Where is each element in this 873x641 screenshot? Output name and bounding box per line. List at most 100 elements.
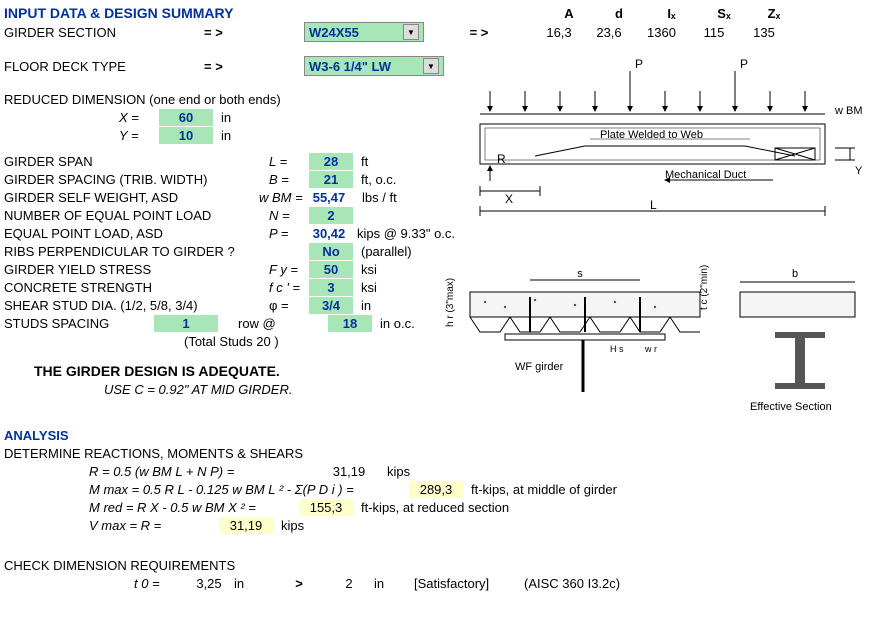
ptload-sym: P = [269,226,309,241]
duct-label: Mechanical Duct [665,169,746,181]
eff-label: Effective Section [750,401,832,413]
girder-section-diagram: s WF girder h r (3"max) H s w r t c (2"m… [445,262,865,422]
s-label: s [577,268,583,280]
selfwt-val: 55,47 [304,190,354,205]
girder-section-label: GIRDER SECTION [4,25,204,40]
X-symbol: X = [119,110,159,125]
val-Zx: 135 [739,25,789,40]
wf-label: WF girder [515,361,564,373]
floor-deck-label: FLOOR DECK TYPE [4,59,204,74]
studsp-label: STUDS SPACING [4,316,154,331]
arrow-text-2: = > [424,25,534,40]
Mred-val: 155,3 [299,499,353,516]
fy-input[interactable]: 50 [309,261,353,278]
fc-sym: f c ' = [269,280,309,295]
chevron-down-icon: ▼ [423,58,439,74]
Mred-formula: M red = R X - 0.5 w BM X ² = [89,500,299,515]
npt-input[interactable]: 2 [309,207,353,224]
col-Ix: Iₓ [644,6,699,21]
b-label: b [792,268,798,280]
ribs-label: RIBS PERPENDICULAR TO GIRDER ? [4,244,309,259]
page-title: INPUT DATA & DESIGN SUMMARY [4,5,294,21]
result-line1: THE GIRDER DESIGN IS ADEQUATE. [34,363,280,379]
selfwt-unit: lbs / ft [354,190,397,205]
Mmax-formula: M max = 0.5 R L - 0.125 w BM L ² - Σ(P D… [89,482,409,497]
span-sym: L = [269,154,309,169]
girder-section-select[interactable]: W24X55 ▼ [304,22,424,42]
arrow-text: = > [204,25,244,40]
col-A: A [544,6,594,21]
studsp-val2[interactable]: 18 [328,315,372,332]
npt-label: NUMBER OF EQUAL POINT LOAD [4,208,269,223]
total-studs: (Total Studs 20 ) [184,334,279,349]
spacing-unit: ft, o.c. [353,172,396,187]
stud-label: SHEAR STUD DIA. (1/2, 5/8, 3/4) [4,298,269,313]
t0-v1: 3,25 [184,576,234,591]
result-line2: USE C = 0.92" AT MID GIRDER. [104,382,292,397]
R-label: R [497,152,506,166]
fc-unit: ksi [353,280,377,295]
Vmax-unit: kips [273,518,304,533]
selfwt-sym: w BM = [259,190,304,205]
L-label: L [650,198,657,212]
chevron-down-icon: ▼ [403,24,419,40]
R-val: 31,19 [319,464,379,479]
spacing-input[interactable]: 21 [309,171,353,188]
Y-label: Y [855,165,863,177]
t0-v2: 2 [324,576,374,591]
P-label: P [740,57,748,71]
t0-op: > [274,576,324,591]
ribs-input[interactable]: No [309,243,353,260]
studsp-mid: row @ [218,316,328,331]
stud-input[interactable]: 3/4 [309,297,353,314]
t0-u2: in [374,576,414,591]
analysis-sub1: DETERMINE REACTIONS, MOMENTS & SHEARS [4,446,303,461]
fy-label: GIRDER YIELD STRESS [4,262,269,277]
stud-unit: in [353,298,371,313]
val-Sx: 115 [689,25,739,40]
floor-deck-value: W3-6 1/4" LW [309,59,391,74]
X-unit: in [213,110,261,125]
selfwt-label: GIRDER SELF WEIGHT, ASD [4,190,259,205]
Vmax-val: 31,19 [219,517,273,534]
wbm-label: w BM [834,105,863,117]
fc-label: CONCRETE STRENGTH [4,280,269,295]
girder-elevation-diagram: P P w BM Plate Welded to Web Mechanical … [465,56,865,226]
span-unit: ft [353,154,368,169]
spacing-label: GIRDER SPACING (TRIB. WIDTH) [4,172,269,187]
analysis-title: ANALYSIS [4,428,69,443]
arrow-text: = > [204,59,244,74]
tc-label: t c (2"min) [699,265,710,310]
R-unit: kips [379,464,410,479]
Mred-unit: ft-kips, at reduced section [353,500,509,515]
ptload-label: EQUAL POINT LOAD, ASD [4,226,269,241]
val-A: 16,3 [534,25,584,40]
check-title: CHECK DIMENSION REQUIREMENTS [4,558,235,573]
ribs-unit: (parallel) [353,244,412,259]
t0-status: [Satisfactory] [414,576,524,591]
span-label: GIRDER SPAN [4,154,269,169]
X-input[interactable]: 60 [159,109,213,126]
ptload-val: 30,42 [309,226,349,241]
val-Ix: 1360 [634,25,689,40]
girder-section-value: W24X55 [309,25,359,40]
studsp-val1[interactable]: 1 [154,315,218,332]
fy-sym: F y = [269,262,309,277]
X-label: X [505,192,513,206]
hr-label: h r (3"max) [445,278,456,327]
ptload-unit: kips @ 9.33" o.c. [349,226,455,241]
studsp-unit: in o.c. [372,316,415,331]
fc-input[interactable]: 3 [309,279,353,296]
t0-sym: t 0 = [134,576,184,591]
Y-input[interactable]: 10 [159,127,213,144]
npt-sym: N = [269,208,309,223]
P-label: P [635,57,643,71]
t0-ref: (AISC 360 I3.2c) [524,576,620,591]
reduced-dim-label: REDUCED DIMENSION (one end or both ends) [4,92,281,107]
col-Zx: Zₓ [749,6,799,21]
span-input[interactable]: 28 [309,153,353,170]
floor-deck-select[interactable]: W3-6 1/4" LW ▼ [304,56,444,76]
fy-unit: ksi [353,262,377,277]
val-d: 23,6 [584,25,634,40]
col-d: d [594,6,644,21]
